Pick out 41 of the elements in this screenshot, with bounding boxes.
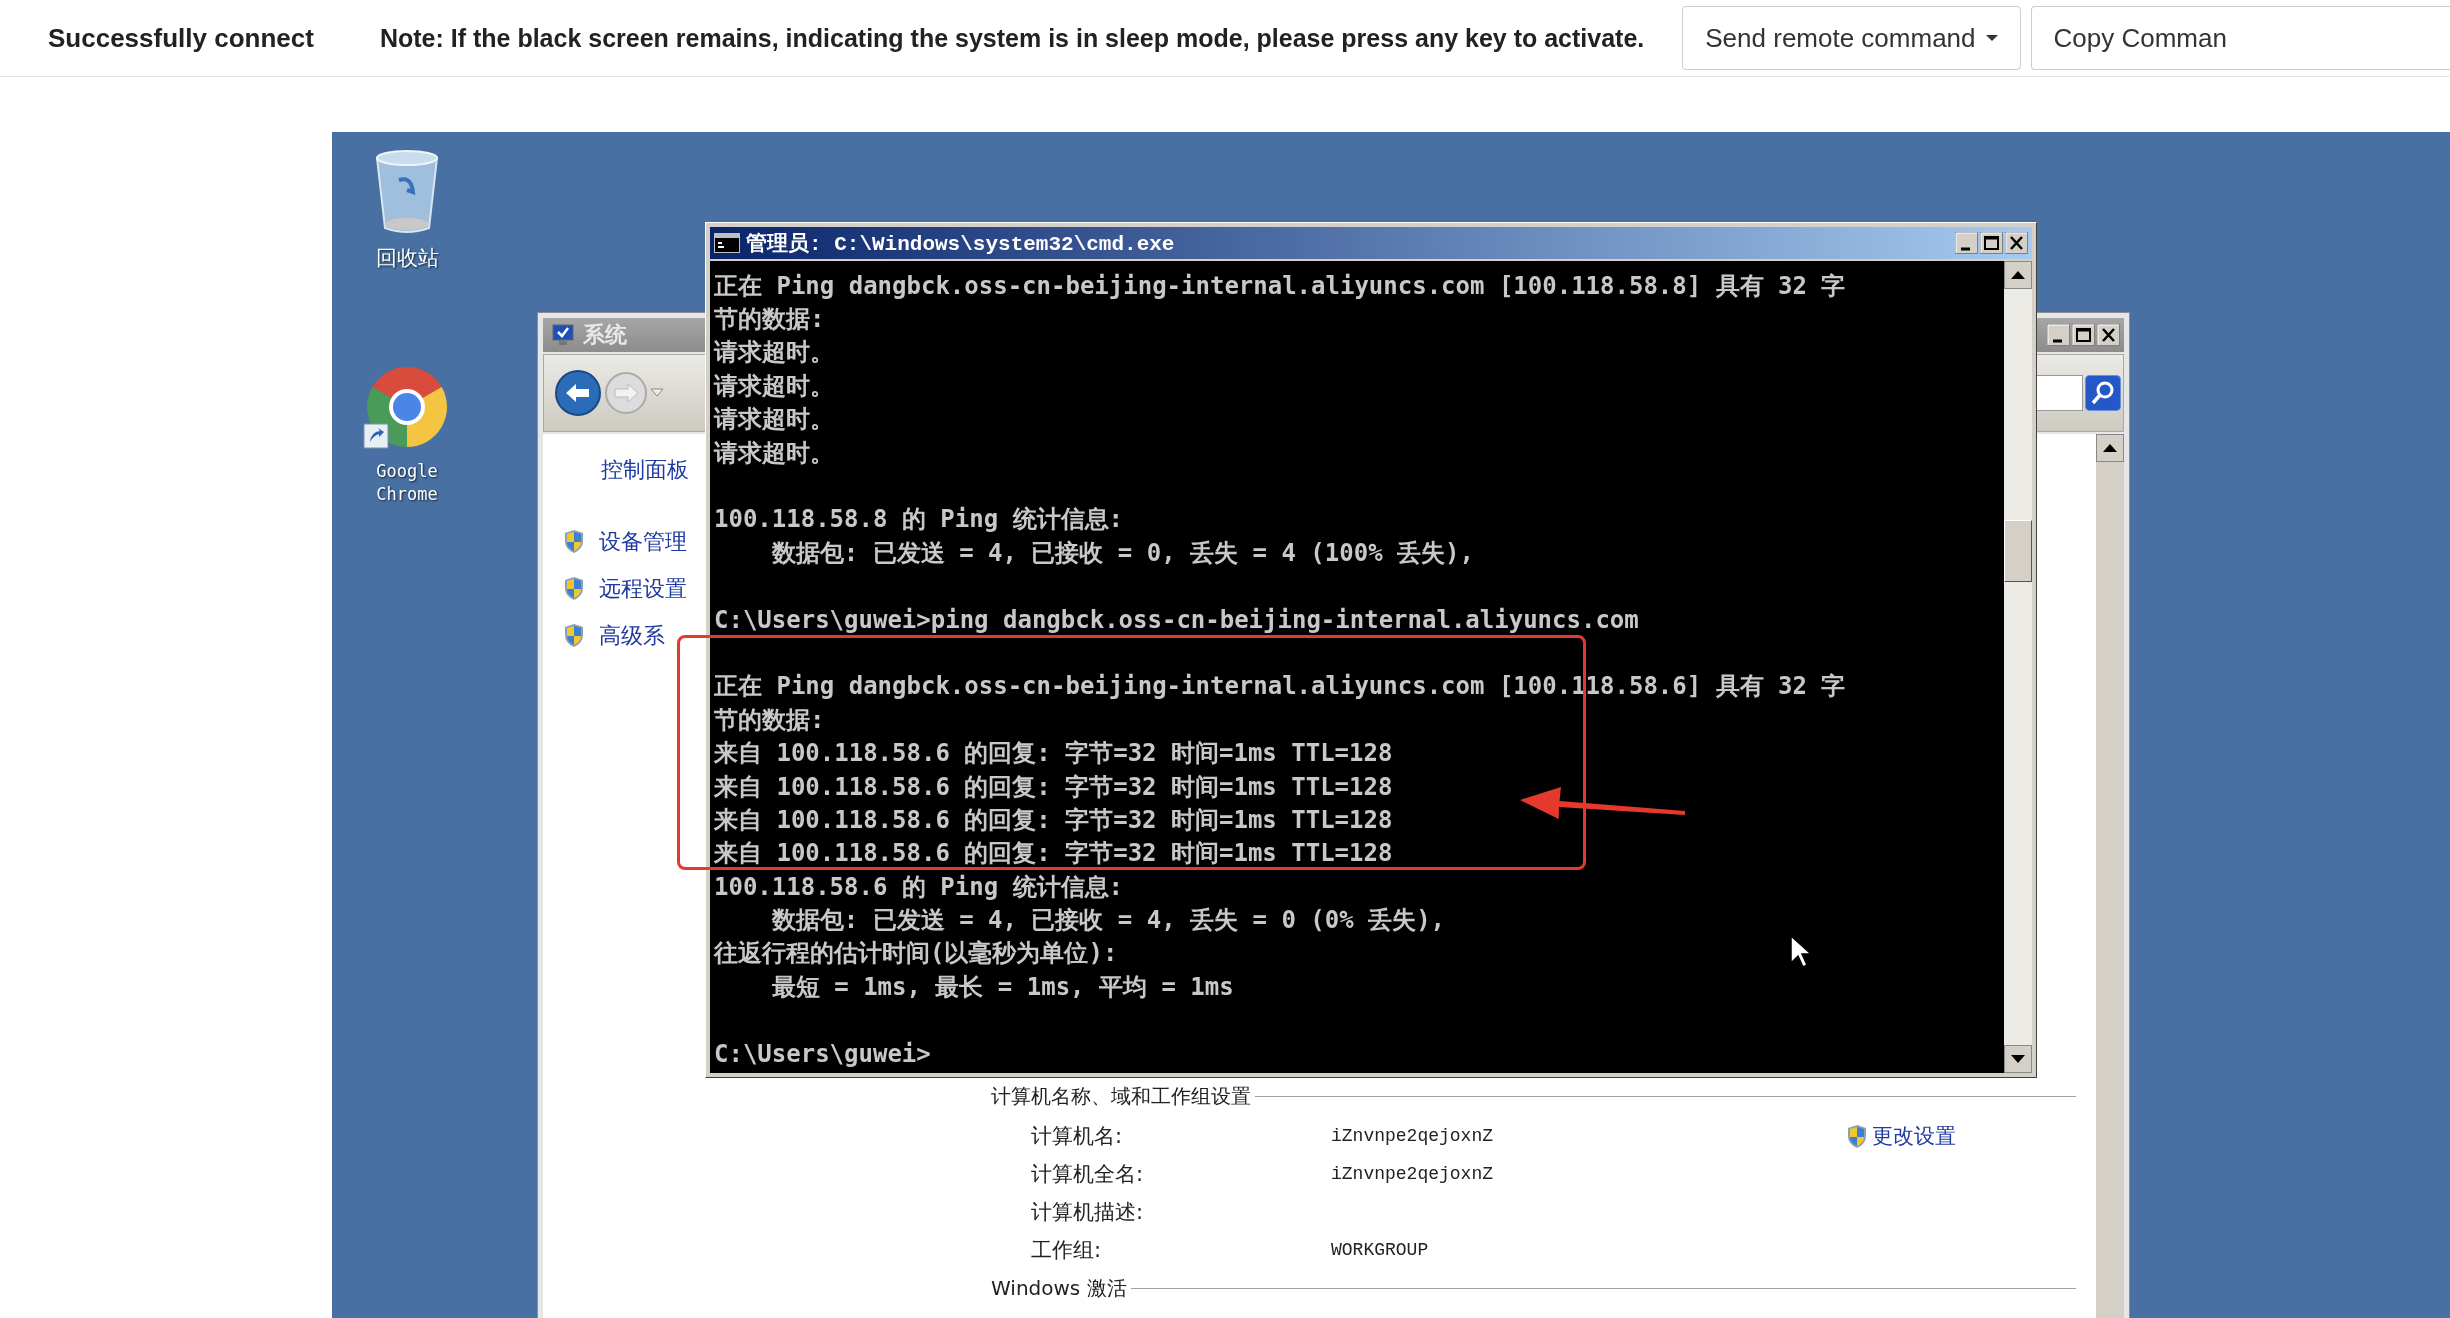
console-line: 请求超时。 bbox=[714, 371, 834, 400]
task-link[interactable]: 高级系 bbox=[599, 620, 665, 651]
field-value: WORKGROUP bbox=[1331, 1240, 1430, 1260]
console-line: 100.118.58.8 的 Ping 统计信息: bbox=[714, 505, 1123, 534]
console-line: 请求超时。 bbox=[714, 405, 834, 434]
section-heading: Windows 激活 bbox=[991, 1274, 1127, 1302]
console-line: C:\Users\guwei>ping dangbck.oss-cn-beijing-internal.aliyuncs.com bbox=[714, 605, 1639, 634]
console-line: 数据包: 已发送 = 4, 已接收 = 0, 丢失 = 4 (100% 丢失), bbox=[770, 538, 1474, 567]
control-panel-link[interactable]: 控制面板 bbox=[563, 458, 689, 482]
field-label: 计算机名: bbox=[1031, 1123, 1124, 1150]
console-line: 来自 100.118.58.6 的回复: 字节=32 时间=1ms TTL=128 bbox=[714, 772, 1393, 801]
change-settings-link[interactable]: 更改设置 bbox=[1846, 1122, 2076, 1150]
console-line: 数据包: 已发送 = 4, 已接收 = 4, 丢失 = 0 (0% 丢失), bbox=[770, 906, 1446, 935]
task-link[interactable]: 远程设置 bbox=[599, 573, 687, 604]
field-label: 计算机全名: bbox=[1031, 1161, 1145, 1188]
section-heading: 计算机名称、域和工作组设置 bbox=[991, 1082, 1251, 1110]
window-title: 管理员: C:\Windows\system32\cmd.exe bbox=[746, 231, 1175, 257]
copy-command-button[interactable]: Copy Comman bbox=[2030, 6, 2450, 70]
console-line: 节的数据: bbox=[714, 705, 825, 734]
console-line: 请求超时。 bbox=[714, 338, 834, 367]
field-label: 计算机描述: bbox=[1031, 1199, 1145, 1226]
task-link[interactable]: 设备管理 bbox=[599, 526, 687, 557]
window-title: 系统 bbox=[583, 321, 627, 349]
console-line: 往返行程的估计时间(以毫秒为单位): bbox=[714, 939, 1118, 968]
field-value: iZnvnpe2qejoxnZ bbox=[1331, 1126, 1495, 1146]
console-line: 来自 100.118.58.6 的回复: 字节=32 时间=1ms TTL=128 bbox=[714, 839, 1393, 868]
console-line: 来自 100.118.58.6 的回复: 字节=32 时间=1ms TTL=128 bbox=[714, 805, 1393, 834]
console-line: 请求超时。 bbox=[714, 438, 834, 467]
connection-status: Successfully connect bbox=[48, 22, 314, 54]
console-line: 节的数据: bbox=[714, 305, 825, 334]
send-command-dropdown[interactable]: Send remote command bbox=[1682, 6, 2021, 70]
console-line: C:\Users\guwei> bbox=[714, 1039, 931, 1068]
icon-label: 回收站 bbox=[374, 245, 440, 272]
field-label: 工作组: bbox=[1031, 1237, 1103, 1264]
console-line: 来自 100.118.58.6 的回复: 字节=32 时间=1ms TTL=128 bbox=[714, 739, 1393, 768]
icon-label: Google Chrome bbox=[375, 460, 439, 506]
console-line: 正在 Ping dangbck.oss-cn-beijing-internal.aliyuncs.com [100.118.58.8] 具有 32 字 bbox=[714, 271, 1846, 300]
sleep-mode-note: Note: If the black screen remains, indicating the system is in sleep mode, please press any key to activate. bbox=[379, 23, 1645, 53]
console-line: 100.118.58.6 的 Ping 统计信息: bbox=[714, 872, 1123, 901]
field-value: iZnvnpe2qejoxnZ bbox=[1331, 1164, 1495, 1184]
console-line: 最短 = 1ms, 最长 = 1ms, 平均 = 1ms bbox=[770, 972, 1234, 1001]
